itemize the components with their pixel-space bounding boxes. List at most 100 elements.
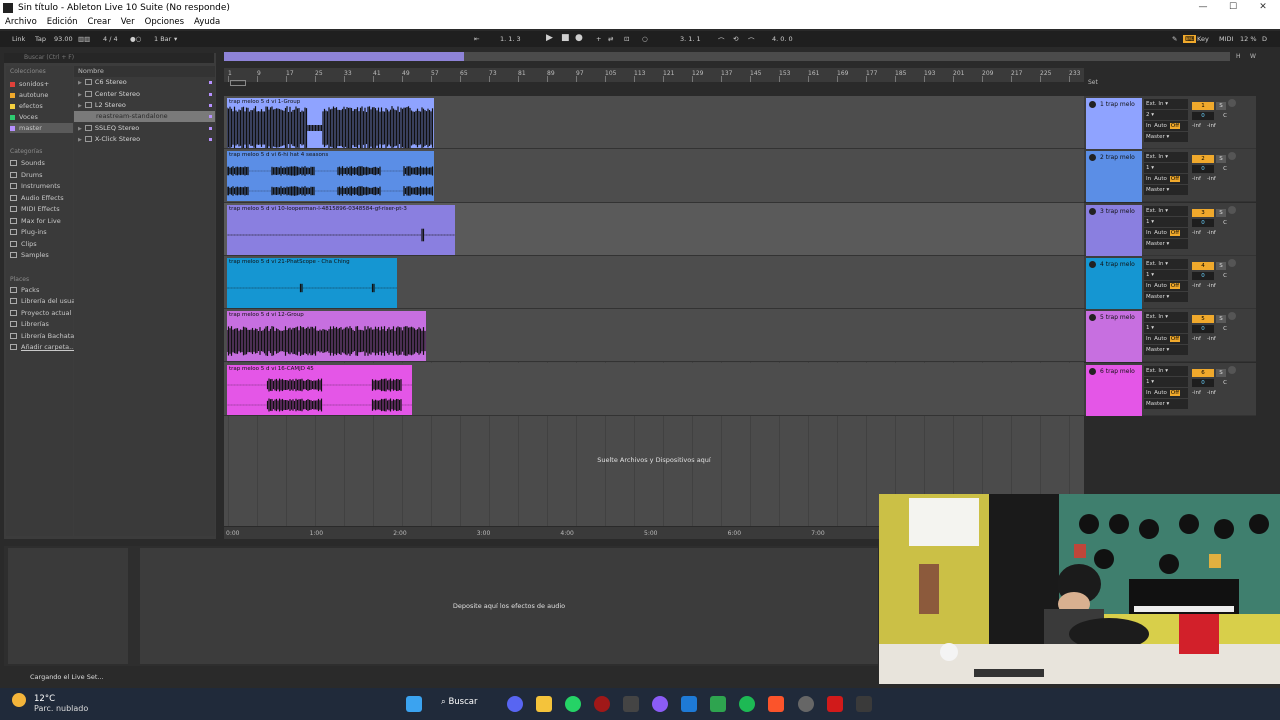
category-audio-effects[interactable]: Audio Effects — [10, 193, 64, 203]
collection-sonidos[interactable]: sonidos+ — [10, 79, 49, 89]
output-select[interactable]: Master ▾ — [1144, 398, 1188, 409]
audio-clip[interactable]: trap meloo 5 d vi 21-PhatScope - Cha Chi… — [227, 257, 398, 308]
input-channel-select[interactable]: 2 ▾ — [1144, 110, 1188, 120]
input-channel-select[interactable]: 1 ▾ — [1144, 216, 1188, 227]
audio-clip[interactable]: trap meloo 5 d vi 1-Group — [227, 98, 434, 148]
output-select[interactable]: Master ▾ — [1144, 345, 1188, 356]
pan-field[interactable]: C — [1220, 272, 1230, 280]
browser-search-input[interactable]: Buscar (Ctrl + F) — [4, 53, 214, 63]
menu-archivo[interactable]: Archivo — [0, 15, 42, 29]
track-lane[interactable]: trap meloo 5 d vi 12-Group — [224, 309, 1084, 363]
ableton-live-icon[interactable] — [856, 696, 872, 712]
menu-edicion[interactable]: Edición — [42, 15, 83, 29]
solo-button[interactable]: S — [1216, 155, 1226, 164]
app-icon[interactable] — [652, 696, 668, 712]
hide-overview-icon[interactable]: H — [1236, 53, 1241, 60]
loop-length[interactable]: 4. 0. 0 — [772, 35, 793, 43]
pdf-reader-icon[interactable] — [827, 696, 843, 712]
track-lane[interactable]: trap meloo 5 d vi 16-CAMJD 45 — [224, 362, 1084, 416]
volume-field[interactable]: 0 — [1192, 378, 1214, 387]
input-type-select[interactable]: Ext. In ▾ — [1144, 365, 1188, 376]
daw-app-icon[interactable] — [594, 696, 610, 712]
input-type-select[interactable]: Ext. In ▾ — [1144, 205, 1188, 216]
tempo-field[interactable]: 93.00 — [54, 35, 73, 43]
track-name[interactable]: 3 trap melo — [1086, 204, 1142, 256]
spotify-icon[interactable] — [739, 696, 755, 712]
windows-start-icon[interactable] — [406, 696, 422, 712]
file-item[interactable]: ▶ Center Stereo — [74, 89, 215, 100]
file-item[interactable]: ▶ X-Click Stereo — [74, 134, 215, 145]
brave-browser-icon[interactable] — [768, 696, 784, 712]
automation-arm-icon[interactable]: ⇄ — [608, 35, 613, 43]
arm-button[interactable] — [1228, 99, 1236, 107]
metronome-icon[interactable]: ▥▥ — [78, 35, 90, 43]
solo-button[interactable]: S — [1216, 261, 1226, 270]
category-sounds[interactable]: Sounds — [10, 158, 45, 168]
expand-icon[interactable]: ▶ — [78, 80, 82, 86]
track-name[interactable]: 6 trap melo — [1086, 364, 1142, 416]
weather-widget[interactable]: 12°C Parc. nublado — [12, 693, 88, 713]
draw-mode-icon[interactable]: ✎ — [1172, 35, 1177, 43]
live-app-icon[interactable] — [623, 696, 639, 712]
track-lane[interactable]: trap meloo 5 d vi 1-Group — [224, 96, 1084, 150]
track-name[interactable]: 1 trap melo — [1086, 98, 1142, 149]
whatsapp-icon[interactable] — [565, 696, 581, 712]
input-channel-select[interactable]: 1 ▾ — [1144, 323, 1188, 334]
category-midi-effects[interactable]: MIDI Effects — [10, 204, 60, 214]
monitor-switch[interactable]: In Auto Off — [1144, 280, 1188, 291]
time-signature[interactable]: 4 / 4 — [103, 35, 118, 43]
monitor-switch[interactable]: In Auto Off — [1144, 174, 1188, 185]
track-header[interactable]: 2 trap melo Ext. In ▾ 1 ▾ In Auto Off Master ▾… — [1084, 149, 1256, 203]
input-channel-select[interactable]: 1 ▾ — [1144, 163, 1188, 174]
category-clips[interactable]: Clips — [10, 239, 37, 249]
expand-icon[interactable]: ▶ — [78, 126, 82, 132]
input-type-select[interactable]: Ext. In ▾ — [1144, 312, 1188, 323]
solo-button[interactable]: S — [1216, 102, 1226, 110]
place-libraries[interactable]: Librerías — [10, 319, 49, 329]
category-samples[interactable]: Samples — [10, 250, 49, 260]
track-fold-icon[interactable] — [1089, 314, 1096, 322]
volume-field[interactable]: 0 — [1192, 325, 1214, 334]
track-activator[interactable]: 3 — [1192, 208, 1214, 217]
input-type-select[interactable]: Ext. In ▾ — [1144, 258, 1188, 269]
file-explorer-icon[interactable] — [536, 696, 552, 712]
chevron-down-icon[interactable]: ▾ — [174, 35, 177, 43]
track-header[interactable]: 1 trap melo Ext. In ▾ 2 ▾ In Auto Off Master ▾… — [1084, 96, 1256, 149]
file-item[interactable]: ▶ SSLEQ Stereo — [74, 123, 215, 134]
pan-field[interactable]: C — [1220, 379, 1230, 387]
monitor-switch[interactable]: In Auto Off — [1144, 387, 1188, 398]
output-select[interactable]: Master ▾ — [1144, 185, 1188, 196]
sheets-icon[interactable] — [710, 696, 726, 712]
collection-efectos[interactable]: efectos — [10, 101, 43, 111]
menu-ayuda[interactable]: Ayuda — [189, 15, 225, 29]
audio-clip[interactable]: trap meloo 5 d vi 6-hi hat 4 seasons — [227, 151, 434, 202]
track-header[interactable]: 4 trap melo Ext. In ▾ 1 ▾ In Auto Off Master ▾… — [1084, 255, 1256, 309]
track-fold-icon[interactable] — [1089, 154, 1096, 162]
input-channel-select[interactable]: 1 ▾ — [1144, 376, 1188, 387]
menu-opciones[interactable]: Opciones — [140, 15, 189, 29]
track-fold-icon[interactable] — [1089, 101, 1096, 108]
pan-field[interactable]: C — [1220, 219, 1230, 227]
arm-button[interactable] — [1228, 312, 1236, 321]
output-select[interactable]: Master ▾ — [1144, 291, 1188, 302]
expand-icon[interactable]: ▶ — [78, 137, 82, 143]
input-channel-select[interactable]: 1 ▾ — [1144, 269, 1188, 280]
audio-clip[interactable]: trap meloo 5 d vi 10-looperman-l-4815896… — [227, 204, 456, 255]
arm-button[interactable] — [1228, 365, 1236, 374]
collection-autotune[interactable]: autotune — [10, 90, 48, 100]
device-chain[interactable]: Deposite aquí los efectos de audio — [140, 548, 878, 664]
track-name[interactable]: 4 trap melo — [1086, 257, 1142, 309]
punch-in-icon[interactable]: ⌒ — [718, 35, 725, 45]
solo-button[interactable]: S — [1216, 315, 1226, 324]
close-button[interactable]: ✕ — [1248, 0, 1278, 15]
input-type-select[interactable]: Ext. In ▾ — [1144, 152, 1188, 163]
beat-time-ruler[interactable]: 1 9 17 25 33 41 49 57 65 73 81 89 97 105 113 121 129 137 1… — [224, 68, 1084, 82]
collection-voces[interactable]: Voces — [10, 112, 38, 122]
tap-button[interactable]: Tap — [35, 35, 46, 43]
place-user-library[interactable]: Librería del usua — [10, 296, 75, 306]
track-activator[interactable]: 2 — [1192, 155, 1214, 164]
track-lane[interactable]: trap meloo 5 d vi 10-looperman-l-4815896… — [224, 202, 1084, 256]
file-item[interactable]: ▶ L2 Stereo — [74, 100, 215, 111]
stop-button[interactable]: ■ — [561, 33, 570, 43]
category-max-for-live[interactable]: Max for Live — [10, 216, 61, 226]
